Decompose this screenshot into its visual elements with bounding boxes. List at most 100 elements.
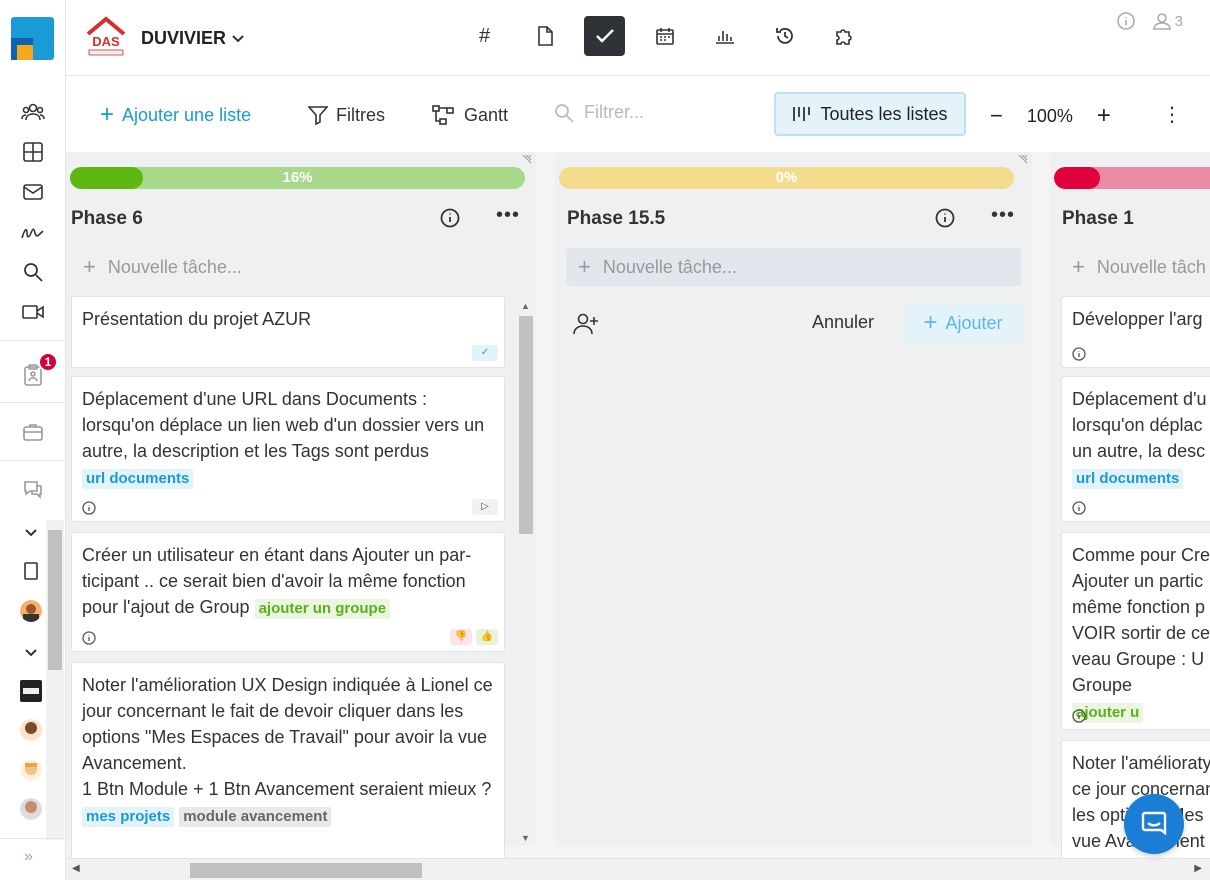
list-menu-button[interactable]: ••• <box>991 204 1015 227</box>
new-task-input[interactable]: + Nouvelle tâche... <box>566 248 1021 286</box>
add-list-button[interactable]: + Ajouter une liste <box>100 102 251 128</box>
info-icon[interactable] <box>82 501 96 515</box>
list-menu-button[interactable]: ••• <box>496 204 520 227</box>
task-tag[interactable]: ajouter un groupe <box>254 599 391 619</box>
list-column: 16% Phase 6 ••• + Nouvelle tâche... Prés… <box>66 152 536 858</box>
list-title[interactable]: Phase 1 <box>1062 208 1134 230</box>
info-icon[interactable] <box>1116 12 1135 30</box>
cancel-button[interactable]: Annuler <box>812 312 874 333</box>
board-horizontal-scrollbar[interactable]: ◀ ▶ <box>66 858 1210 880</box>
play-icon[interactable]: ▷ <box>472 499 498 515</box>
company-logo: DAS <box>85 16 127 58</box>
plus-icon: + <box>578 254 591 279</box>
search-icon <box>555 103 574 123</box>
gantt-label: Gantt <box>464 104 509 125</box>
zoom-out-button[interactable]: − <box>990 103 1003 129</box>
more-options-button[interactable]: ⋮ <box>1162 102 1182 127</box>
users-icon[interactable] <box>20 99 46 125</box>
puzzle-icon <box>835 29 852 45</box>
zoom-in-button[interactable]: + <box>1097 102 1111 130</box>
task-tag[interactable]: url documents <box>1072 469 1184 489</box>
check-icon[interactable]: ✓ <box>472 345 498 361</box>
avatar[interactable] <box>20 600 42 622</box>
info-icon[interactable] <box>1072 709 1086 723</box>
new-task-placeholder: Nouvelle tâche... <box>602 256 737 277</box>
task-card[interactable]: Déplacement d'une URL dans Documents : l… <box>71 376 505 522</box>
filter-search <box>554 102 734 123</box>
task-card[interactable]: Comme pour Cre Ajouter un partic même fo… <box>1061 532 1210 730</box>
new-task-placeholder: Nouvelle tâch <box>1096 256 1206 277</box>
task-card[interactable]: Noter l'amélioration UX Design indiquée … <box>71 662 505 858</box>
tab-modules[interactable] <box>824 16 865 56</box>
tab-documents[interactable] <box>524 16 565 56</box>
double-chevron-right-icon[interactable]: » <box>24 848 33 866</box>
info-icon[interactable] <box>440 208 460 228</box>
gantt-button[interactable]: Gantt <box>432 102 508 128</box>
task-card[interactable]: Déplacement d'u lorsqu'on déplac un autr… <box>1061 376 1210 522</box>
progress-bar: 0% <box>559 167 1014 189</box>
search-icon[interactable] <box>20 259 46 285</box>
company-name: DUVIVIER <box>141 28 227 48</box>
notification-badge: 1 <box>38 352 58 372</box>
thumbs-up-icon[interactable]: 👍 <box>476 629 498 645</box>
rail-scrollbar[interactable] <box>46 520 64 840</box>
info-icon[interactable] <box>1072 347 1086 361</box>
document-icon[interactable] <box>18 558 44 584</box>
resize-handle-icon[interactable] <box>520 154 532 166</box>
document-icon <box>537 26 553 46</box>
info-icon[interactable] <box>935 208 955 228</box>
progress-label: 16% <box>282 169 313 186</box>
progress-bar <box>1054 167 1210 189</box>
info-icon[interactable] <box>1072 501 1086 515</box>
check-icon <box>595 29 614 43</box>
add-task-button[interactable]: + Ajouter <box>904 303 1022 343</box>
tab-history[interactable] <box>764 16 805 56</box>
add-user-icon[interactable] <box>573 312 599 336</box>
all-lists-button[interactable]: Toutes les listes <box>774 92 966 136</box>
task-card[interactable]: Présentation du projet AZUR ✓ <box>71 296 505 368</box>
briefcase-icon[interactable] <box>20 419 46 445</box>
task-card[interactable]: Développer l'arg <box>1061 296 1210 368</box>
task-tag[interactable]: mes projets <box>82 807 175 827</box>
task-tag[interactable]: module avancement <box>179 807 332 827</box>
support-chat-button[interactable] <box>1124 794 1184 854</box>
video-icon[interactable] <box>20 299 46 325</box>
info-icon[interactable] <box>82 631 96 645</box>
mail-icon[interactable] <box>20 179 46 205</box>
avatar[interactable] <box>20 680 42 702</box>
list-column: Phase 1 + Nouvelle tâch Développer l'arg… <box>1050 152 1210 858</box>
list-title[interactable]: Phase 6 <box>71 208 143 230</box>
resize-handle-icon[interactable] <box>1016 154 1028 166</box>
thumbs-down-icon[interactable]: 👎 <box>450 629 472 645</box>
task-card[interactable]: Créer un utilisateur en étant dans Ajout… <box>71 532 505 652</box>
participants-button[interactable]: 3 <box>1152 12 1183 30</box>
top-bar: DAS DUVIVIER # 3 <box>66 0 1210 76</box>
new-task-input[interactable]: + Nouvelle tâch <box>1060 248 1210 286</box>
tab-hash[interactable]: # <box>464 16 505 56</box>
tab-statistics[interactable] <box>704 16 745 56</box>
chat-bubble-icon <box>1141 811 1167 836</box>
app-logo[interactable] <box>11 17 54 60</box>
chevron-down-icon[interactable] <box>18 640 44 666</box>
tab-tasks[interactable] <box>584 16 625 56</box>
plus-icon: + <box>83 254 96 279</box>
filters-button[interactable]: Filtres <box>308 102 385 128</box>
avatar[interactable] <box>20 798 42 820</box>
signature-icon[interactable] <box>20 219 46 245</box>
chat-icon[interactable] <box>20 476 46 502</box>
progress-label: 0% <box>775 169 798 186</box>
filter-input[interactable] <box>584 102 734 123</box>
avatar[interactable] <box>20 759 42 781</box>
grid-icon[interactable] <box>20 139 46 165</box>
tab-calendar[interactable] <box>644 16 685 56</box>
avatar[interactable] <box>20 719 42 741</box>
company-selector[interactable]: DUVIVIER <box>141 28 244 49</box>
list-title[interactable]: Phase 15.5 <box>567 208 665 230</box>
toolbar: + Ajouter une liste Filtres Gantt Toutes… <box>66 76 1210 152</box>
list-scrollbar[interactable]: ▲ ▼ <box>517 300 535 844</box>
list-column: 0% Phase 15.5 ••• + Nouvelle tâche... An… <box>555 152 1032 846</box>
new-task-input[interactable]: + Nouvelle tâche... <box>71 248 526 286</box>
chevron-down-icon[interactable] <box>18 520 44 546</box>
task-tag[interactable]: url documents <box>82 469 194 489</box>
hash-icon: # <box>478 24 491 47</box>
